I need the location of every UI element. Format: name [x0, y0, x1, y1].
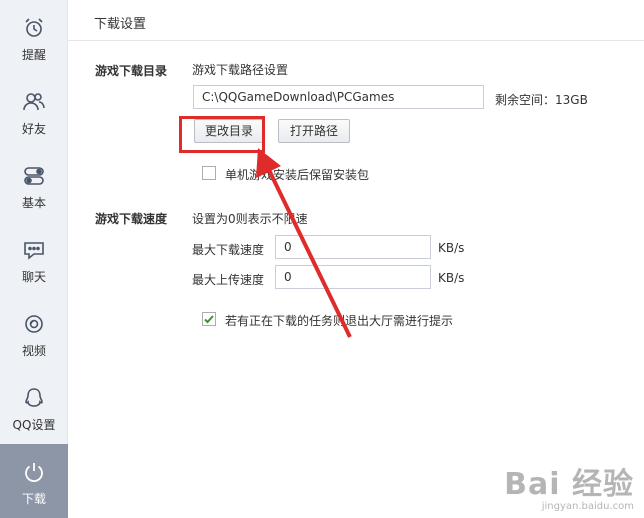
baidu-jingyan-watermark: Bai 经验 jingyan.baidu.com [504, 467, 634, 513]
red-arrow-annotation [256, 148, 352, 338]
